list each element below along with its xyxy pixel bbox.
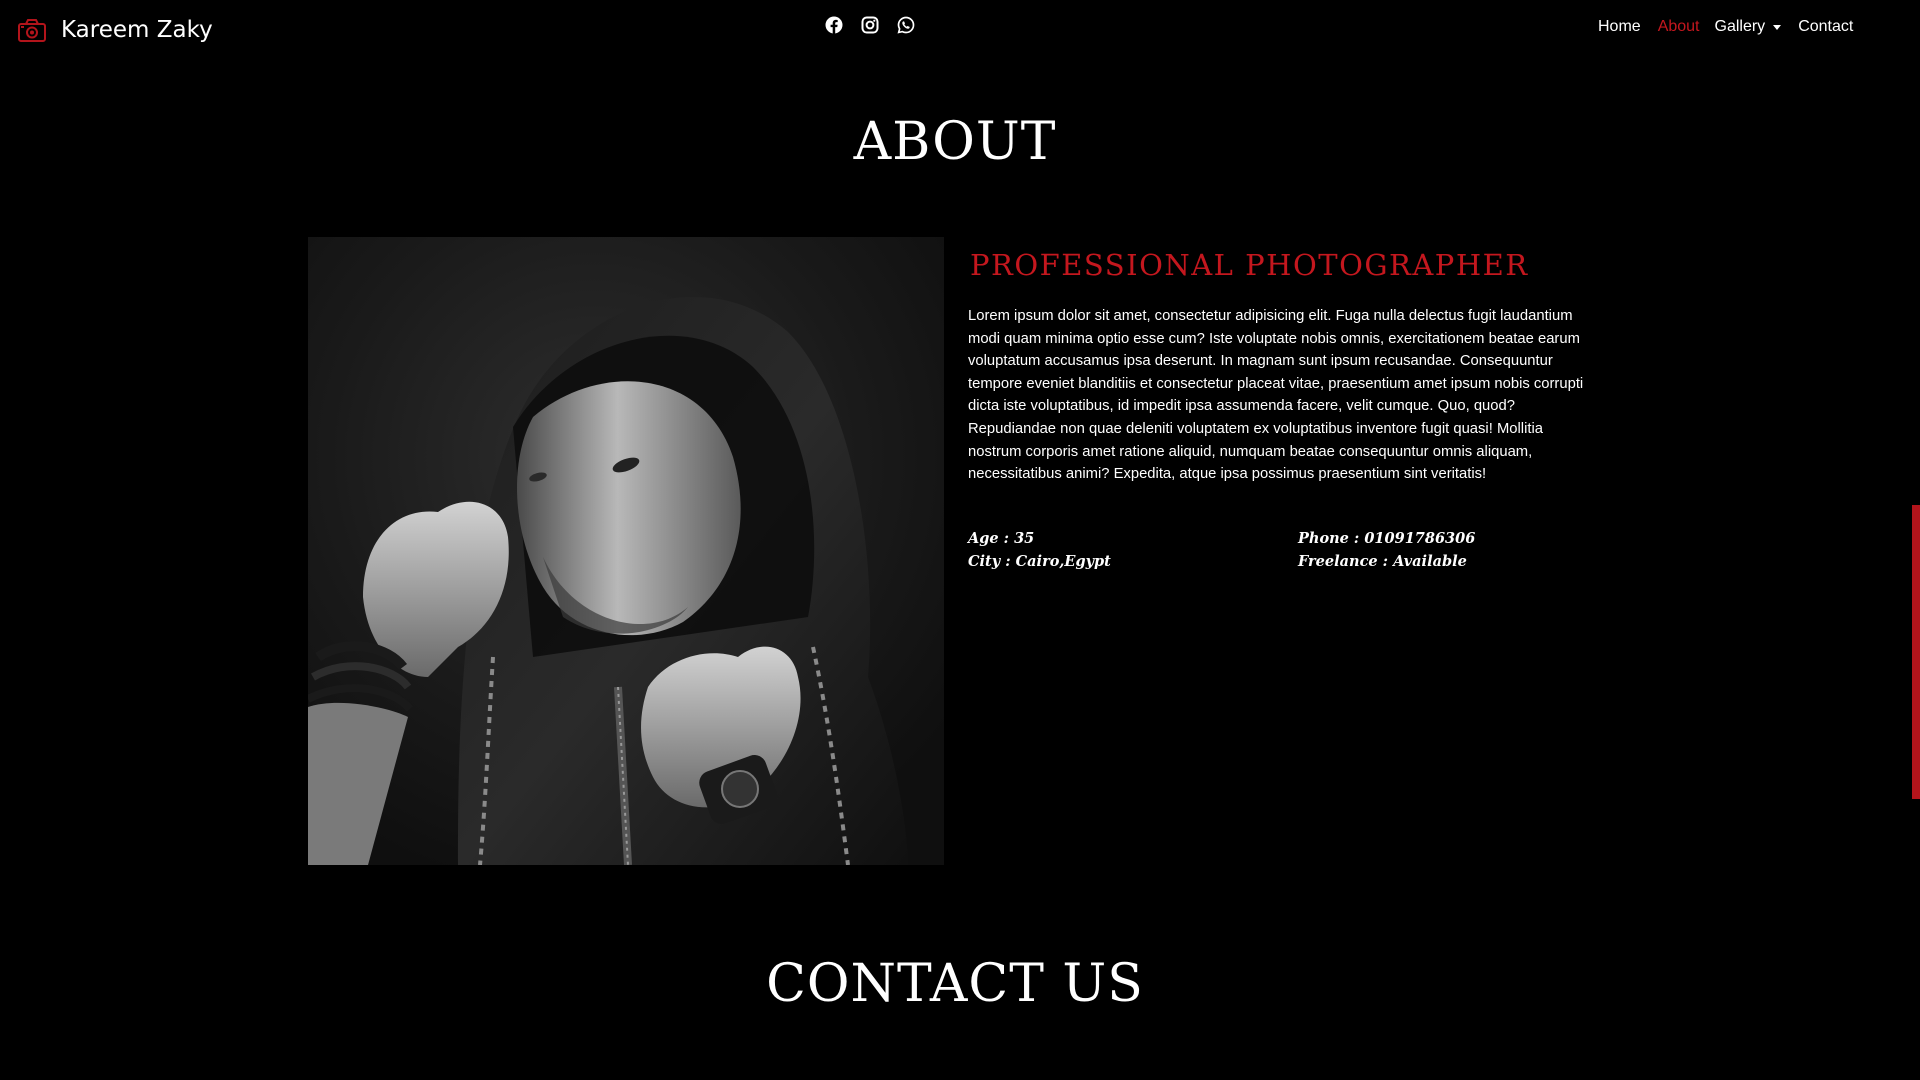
navbar: Kareem Zaky Home About Gallery Contact: [0, 0, 1920, 60]
detail-phone: Phone : 01091786306: [1298, 529, 1476, 547]
detail-freelance: Freelance : Available: [1298, 552, 1467, 570]
social-links: [825, 16, 915, 34]
photographer-portrait: [308, 237, 944, 865]
about-bio: Lorem ipsum dolor sit amet, consectetur …: [968, 308, 1584, 483]
nav-about[interactable]: About: [1658, 18, 1700, 36]
main-nav: Home About Gallery Contact: [1598, 18, 1853, 36]
brand-link[interactable]: Kareem Zaky: [17, 12, 213, 48]
facebook-link[interactable]: [825, 16, 843, 34]
nav-contact[interactable]: Contact: [1798, 18, 1853, 36]
contact-title: CONTACT US: [766, 954, 1144, 1014]
nav-gallery-dropdown[interactable]: Gallery: [1715, 18, 1782, 36]
scrollbar-thumb[interactable]: [1912, 505, 1920, 799]
instagram-icon: [861, 16, 879, 34]
detail-age: Age : 35: [968, 529, 1035, 547]
nav-home[interactable]: Home: [1598, 18, 1641, 36]
about-details: Age : 35 Phone : 01091786306 City : Cair…: [968, 530, 1596, 570]
about-content: PROFESSIONAL PHOTOGRAPHER Lorem ipsum do…: [968, 248, 1596, 570]
whatsapp-icon: [897, 16, 915, 34]
facebook-icon: [825, 16, 843, 34]
whatsapp-link[interactable]: [897, 16, 915, 34]
nav-gallery-label: Gallery: [1714, 18, 1766, 35]
about-title: ABOUT: [853, 112, 1057, 172]
detail-city: City : Cairo,Egypt: [968, 552, 1111, 570]
brand-name: Kareem Zaky: [61, 17, 213, 43]
instagram-link[interactable]: [861, 16, 879, 34]
caret-down-icon: [1773, 25, 1782, 30]
about-subtitle: PROFESSIONAL PHOTOGRAPHER: [970, 248, 1529, 282]
camera-icon: [17, 17, 47, 43]
